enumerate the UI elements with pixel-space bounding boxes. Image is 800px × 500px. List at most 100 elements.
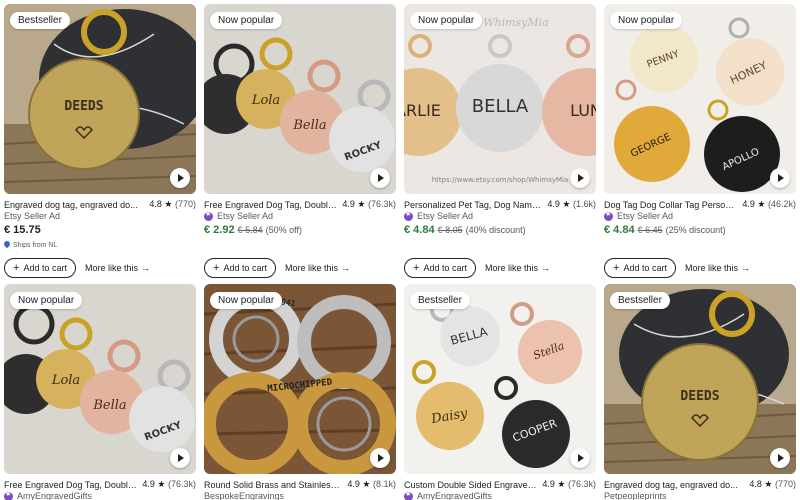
- sale-price: € 4.84: [604, 224, 635, 236]
- star-icon: ★: [557, 479, 566, 489]
- play-video-icon[interactable]: [170, 448, 190, 468]
- star-icon: ★: [164, 199, 173, 209]
- star-seller-icon: [404, 210, 413, 221]
- add-to-cart-button[interactable]: + Add to cart: [4, 258, 76, 278]
- shop-url-text: https://www.etsy.com/shop/WhimsyMia: [432, 176, 569, 184]
- listing-card[interactable]: BELLA Stella Daisy COOPER Bestseller Cus…: [404, 284, 596, 500]
- star-icon: ★: [764, 479, 773, 489]
- tag-engraving: DEEDS: [64, 99, 103, 114]
- plus-icon: +: [613, 261, 620, 274]
- more-like-this-link[interactable]: More like this →: [85, 263, 150, 273]
- original-price: € 8.05: [437, 225, 463, 235]
- plus-icon: +: [13, 261, 20, 274]
- star-seller-icon: [604, 210, 613, 221]
- seller-name: AmyEngravedGifts: [404, 490, 492, 500]
- listing-image[interactable]: WhimsyMia ARLIE BELLA LUN https://www.et…: [404, 4, 596, 194]
- tag-engraving: ARLIE: [404, 101, 441, 120]
- listing-image[interactable]: 07544 586 941 MICROCHIPPED Now popular: [204, 284, 396, 474]
- tag-engraving: BELLA: [472, 96, 529, 117]
- arrow-right-icon: →: [340, 263, 350, 273]
- tag-engraving: DEEDS: [680, 389, 719, 404]
- listing-card[interactable]: Lola Bella ROCKY Now popular Free Engrav…: [4, 284, 196, 500]
- listing-card[interactable]: 07544 586 941 MICROCHIPPED Now popular R…: [204, 284, 396, 500]
- now-popular-badge: Now popular: [10, 292, 83, 309]
- tag-engraving: LUN: [570, 101, 596, 120]
- listing-image[interactable]: PENNY HONEY GEORGE APOLLO Now popular: [604, 4, 796, 194]
- listing-title[interactable]: Engraved dog tag, engraved do...: [4, 200, 145, 210]
- star-seller-icon: [404, 490, 413, 500]
- plus-icon: +: [413, 261, 420, 274]
- listing-image[interactable]: Lola Bella ROCKY Now popular: [204, 4, 396, 194]
- listing-title[interactable]: Free Engraved Dog Tag, Double ...: [204, 200, 338, 210]
- play-video-icon[interactable]: [570, 448, 590, 468]
- more-like-this-link[interactable]: More like this →: [285, 263, 350, 273]
- listing-rating: 4.9 ★ (76.3k): [542, 479, 596, 489]
- listing-image[interactable]: DEEDS Bestseller: [604, 284, 796, 474]
- add-to-cart-button[interactable]: + Add to cart: [204, 258, 276, 278]
- more-like-this-link[interactable]: More like this →: [685, 263, 750, 273]
- star-icon: ★: [357, 199, 366, 209]
- listing-image[interactable]: DEEDS Bestseller: [4, 4, 196, 194]
- location-pin-icon: [2, 239, 12, 249]
- seller-name: Petpeopleprints: [604, 491, 667, 500]
- seller-name: Etsy Seller Ad: [204, 210, 273, 221]
- tag-engraving: Lola: [51, 373, 80, 388]
- now-popular-badge: Now popular: [410, 12, 483, 29]
- listing-card[interactable]: WhimsyMia ARLIE BELLA LUN https://www.et…: [404, 4, 596, 279]
- price: € 15.75: [4, 224, 41, 236]
- more-like-this-link[interactable]: More like this →: [485, 263, 550, 273]
- discount: (50% off): [265, 225, 302, 235]
- tag-engraving: Bella: [92, 398, 126, 413]
- play-video-icon[interactable]: [770, 168, 790, 188]
- listing-image[interactable]: Lola Bella ROCKY Now popular: [4, 284, 196, 474]
- listing-title[interactable]: Custom Double Sided Engraved ...: [404, 480, 538, 490]
- discount: (40% discount): [465, 225, 526, 235]
- star-icon: ★: [757, 199, 766, 209]
- price-row: € 15.75: [4, 224, 41, 236]
- ships-from: Ships from NL: [2, 239, 57, 249]
- listing-title[interactable]: Round Solid Brass and Stainless ...: [204, 480, 343, 490]
- add-to-cart-button[interactable]: + Add to cart: [404, 258, 476, 278]
- listing-title[interactable]: Engraved dog tag, engraved do...: [604, 480, 745, 490]
- star-seller-icon: [204, 210, 213, 221]
- discount: (25% discount): [665, 225, 726, 235]
- listing-rating: 4.9 ★ (46.2k): [742, 199, 796, 209]
- watermark-text: WhimsyMia: [483, 16, 549, 29]
- star-icon: ★: [157, 479, 166, 489]
- listing-grid: DEEDS Bestseller Engraved dog tag, engra…: [0, 0, 800, 500]
- listing-card[interactable]: Lola Bella ROCKY Now popular Free Engrav…: [204, 4, 396, 279]
- seller-name: Etsy Seller Ad: [4, 211, 61, 221]
- star-icon: ★: [562, 199, 571, 209]
- arrow-right-icon: →: [140, 263, 150, 273]
- play-video-icon[interactable]: [370, 448, 390, 468]
- play-video-icon[interactable]: [570, 168, 590, 188]
- original-price: € 5.84: [237, 225, 263, 235]
- seller-name: Etsy Seller Ad: [604, 210, 673, 221]
- play-video-icon[interactable]: [170, 168, 190, 188]
- play-video-icon[interactable]: [770, 448, 790, 468]
- sale-price: € 4.84: [404, 224, 435, 236]
- listing-image[interactable]: BELLA Stella Daisy COOPER Bestseller: [404, 284, 596, 474]
- add-to-cart-button[interactable]: + Add to cart: [604, 258, 676, 278]
- play-video-icon[interactable]: [370, 168, 390, 188]
- now-popular-badge: Now popular: [610, 12, 683, 29]
- listing-card[interactable]: DEEDS Bestseller Engraved dog tag, engra…: [604, 284, 796, 500]
- listing-rating: 4.9 ★ (8.1k): [347, 479, 396, 489]
- listing-rating: 4.9 ★ (76.3k): [142, 479, 196, 489]
- bestseller-badge: Bestseller: [10, 12, 70, 29]
- seller-name: AmyEngravedGifts: [4, 490, 92, 500]
- listing-title[interactable]: Personalized Pet Tag, Dog Name...: [404, 200, 543, 210]
- listing-title[interactable]: Free Engraved Dog Tag, Double ...: [4, 480, 138, 490]
- tag-engraving: Lola: [251, 93, 280, 108]
- price-row: € 4.84 € 8.05 (40% discount): [404, 224, 526, 236]
- sale-price: € 2.92: [204, 224, 235, 236]
- bestseller-badge: Bestseller: [610, 292, 670, 309]
- listing-card[interactable]: PENNY HONEY GEORGE APOLLO Now popular Do…: [604, 4, 796, 279]
- listing-title[interactable]: Dog Tag Dog Collar Tag Personal...: [604, 200, 738, 210]
- now-popular-badge: Now popular: [210, 12, 283, 29]
- listing-rating: 4.9 ★ (1.6k): [547, 199, 596, 209]
- listing-rating: 4.8 ★ (770): [149, 199, 196, 209]
- plus-icon: +: [213, 261, 220, 274]
- listing-card[interactable]: DEEDS Bestseller Engraved dog tag, engra…: [2, 4, 196, 279]
- bestseller-badge: Bestseller: [410, 292, 470, 309]
